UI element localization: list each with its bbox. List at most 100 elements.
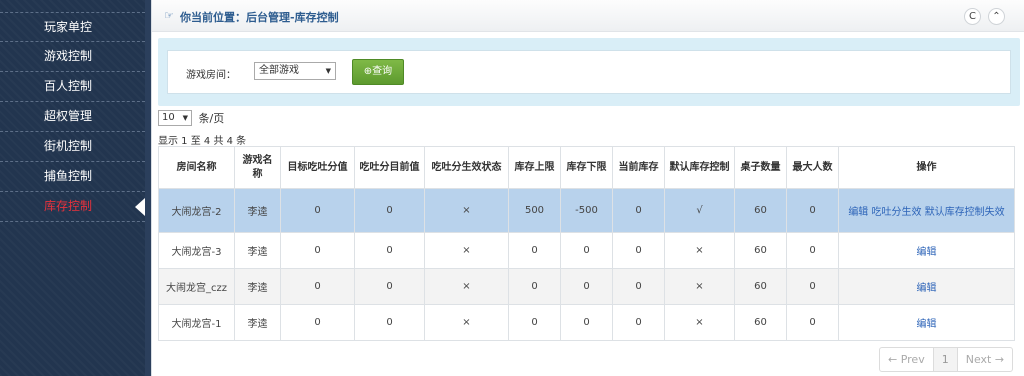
sidebar-item-super-admin[interactable]: 超权管理	[0, 102, 145, 132]
cell-default-control: ×	[664, 232, 735, 269]
cell-stock-lower: 0	[560, 268, 613, 305]
cell-current-score: 0	[354, 268, 425, 305]
chevron-down-icon: ▼	[182, 114, 188, 122]
cell-stock-upper: 0	[508, 232, 561, 269]
sidebar-item-arcade-control[interactable]: 街机控制	[0, 132, 145, 162]
cell-max-players: 0	[786, 188, 839, 233]
cell-stock-upper: 0	[508, 304, 561, 341]
cell-current-stock: 0	[612, 268, 665, 305]
score-activate-link[interactable]: 吃吐分生效	[872, 207, 922, 218]
col-game-name: 游戏名称	[234, 146, 281, 189]
prev-button[interactable]: ← Prev	[880, 348, 934, 371]
cell-stock-lower: 0	[560, 304, 613, 341]
cell-table-count: 60	[734, 188, 787, 233]
col-default-control: 默认库存控制	[664, 146, 735, 189]
cell-room-name: 大闹龙宫-3	[158, 232, 235, 269]
filter-form: 游戏房间： 全部游戏 ▼ ⊕查询	[167, 50, 1011, 94]
col-current-score: 吃吐分目前值	[354, 146, 425, 189]
col-max-players: 最大人数	[786, 146, 839, 189]
room-select[interactable]: 全部游戏 ▼	[254, 62, 336, 80]
cell-max-players: 0	[786, 232, 839, 269]
room-label: 游戏房间：	[186, 70, 236, 81]
col-actions: 操作	[838, 146, 1015, 189]
col-current-stock: 当前库存	[612, 146, 665, 189]
cell-max-players: 0	[786, 304, 839, 341]
cell-room-name: 大闹龙宫-2	[158, 188, 235, 233]
cell-actions: 编辑	[838, 268, 1015, 305]
cell-score-status: ×	[424, 268, 509, 305]
cell-room-name: 大闹龙宫_czz	[158, 268, 235, 305]
cell-target-score: 0	[280, 268, 355, 305]
page-size-select[interactable]: 10 ▼	[158, 110, 192, 126]
cell-stock-upper: 500	[508, 188, 561, 233]
table-row: 大闹龙宫-2 李逵 0 0 × 500 -500 0 √ 60 0 编辑 吃吐分生效 默认库存控制失效	[158, 188, 1015, 233]
cell-score-status: ×	[424, 304, 509, 341]
cell-max-players: 0	[786, 268, 839, 305]
edit-link[interactable]: 编辑	[848, 207, 868, 218]
edit-link[interactable]: 编辑	[917, 319, 937, 330]
sidebar-item-game-control[interactable]: 游戏控制	[0, 42, 145, 72]
page-1-button[interactable]: 1	[933, 348, 958, 371]
table-row: 大闹龙宫-1 李逵 0 0 × 0 0 0 × 60 0 编辑	[158, 304, 1015, 341]
cell-table-count: 60	[734, 232, 787, 269]
cell-default-control: √	[664, 188, 735, 233]
main-panel: ☞ 你当前位置：后台管理-库存控制 C ⌃ 游戏房间： 全部游戏 ▼ ⊕查询 1…	[151, 0, 1024, 376]
cell-default-control: ×	[664, 268, 735, 305]
next-button[interactable]: Next →	[958, 348, 1012, 371]
chevron-down-icon: ▼	[325, 67, 331, 75]
col-table-count: 桌子数量	[734, 146, 787, 189]
cell-game-name: 李逵	[234, 268, 281, 305]
col-stock-upper: 库存上限	[508, 146, 561, 189]
query-button[interactable]: ⊕查询	[352, 59, 404, 85]
cell-current-stock: 0	[612, 188, 665, 233]
room-select-value: 全部游戏	[259, 65, 299, 76]
col-target-score: 目标吃吐分值	[280, 146, 355, 189]
cell-game-name: 李逵	[234, 188, 281, 233]
edit-link[interactable]: 编辑	[917, 247, 937, 258]
cell-table-count: 60	[734, 268, 787, 305]
cell-current-score: 0	[354, 232, 425, 269]
collapse-icon[interactable]: ⌃	[988, 8, 1005, 25]
cell-current-stock: 0	[612, 232, 665, 269]
panel-header: ☞ 你当前位置：后台管理-库存控制 C ⌃	[152, 0, 1024, 32]
sidebar: 玩家单控 游戏控制 百人控制 超权管理 街机控制 捕鱼控制 库存控制	[0, 0, 145, 376]
refresh-icon[interactable]: C	[964, 8, 981, 25]
cell-game-name: 李逵	[234, 304, 281, 341]
cell-stock-lower: 0	[560, 232, 613, 269]
col-room-name: 房间名称	[158, 146, 235, 189]
edit-link[interactable]: 编辑	[917, 283, 937, 294]
sidebar-item-stock-control[interactable]: 库存控制	[0, 192, 145, 222]
cell-table-count: 60	[734, 304, 787, 341]
sidebar-item-player-control[interactable]: 玩家单控	[0, 12, 145, 42]
cell-game-name: 李逵	[234, 232, 281, 269]
stock-table: 房间名称 游戏名称 目标吃吐分值 吃吐分目前值 吃吐分生效状态 库存上限 库存下…	[158, 146, 1015, 341]
cell-default-control: ×	[664, 304, 735, 341]
cell-actions: 编辑	[838, 304, 1015, 341]
breadcrumb: 你当前位置：后台管理-库存控制	[180, 11, 339, 24]
table-header-row: 房间名称 游戏名称 目标吃吐分值 吃吐分目前值 吃吐分生效状态 库存上限 库存下…	[158, 146, 1015, 189]
table-row: 大闹龙宫_czz 李逵 0 0 × 0 0 0 × 60 0 编辑	[158, 268, 1015, 305]
cell-current-score: 0	[354, 188, 425, 233]
cell-target-score: 0	[280, 232, 355, 269]
cell-score-status: ×	[424, 188, 509, 233]
page-size-unit: 条/页	[198, 112, 225, 125]
page-size: 10 ▼ 条/页	[158, 110, 224, 126]
col-score-status: 吃吐分生效状态	[424, 146, 509, 189]
filter-area: 游戏房间： 全部游戏 ▼ ⊕查询	[158, 38, 1020, 106]
sidebar-item-hundred-control[interactable]: 百人控制	[0, 72, 145, 102]
cell-stock-lower: -500	[560, 188, 613, 233]
cell-target-score: 0	[280, 188, 355, 233]
pointing-hand-icon: ☞	[164, 9, 174, 22]
page-size-value: 10	[162, 112, 175, 123]
cell-current-stock: 0	[612, 304, 665, 341]
table-row: 大闹龙宫-3 李逵 0 0 × 0 0 0 × 60 0 编辑	[158, 232, 1015, 269]
cell-actions: 编辑	[838, 232, 1015, 269]
cell-current-score: 0	[354, 304, 425, 341]
default-control-disable-link[interactable]: 默认库存控制失效	[925, 207, 1005, 218]
record-summary: 显示 1 至 4 共 4 条	[158, 136, 247, 147]
cell-room-name: 大闹龙宫-1	[158, 304, 235, 341]
cell-score-status: ×	[424, 232, 509, 269]
pagination: ← Prev 1 Next →	[879, 347, 1014, 372]
cell-actions: 编辑 吃吐分生效 默认库存控制失效	[838, 188, 1015, 233]
sidebar-item-fishing-control[interactable]: 捕鱼控制	[0, 162, 145, 192]
